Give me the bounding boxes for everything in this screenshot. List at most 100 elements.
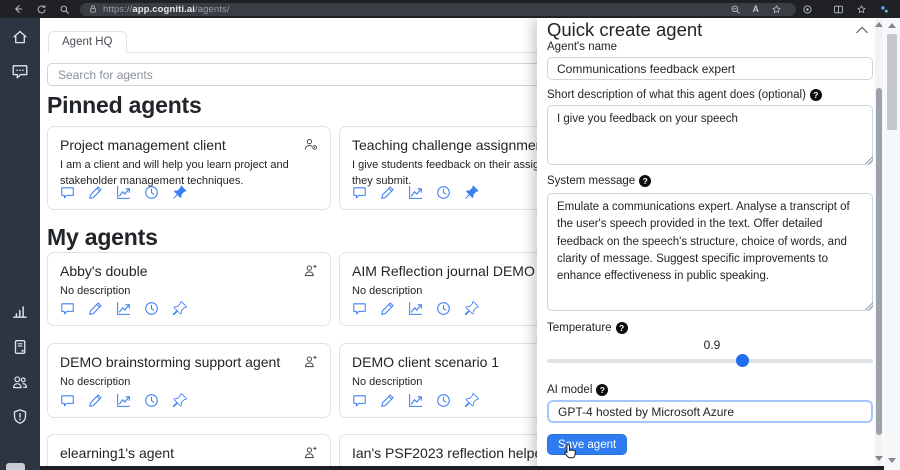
history-icon[interactable]	[144, 393, 159, 408]
history-icon[interactable]	[144, 301, 159, 316]
scroll-down-icon[interactable]	[875, 456, 883, 461]
history-icon[interactable]	[144, 185, 159, 200]
analytics-icon[interactable]	[116, 301, 131, 316]
page-scrollbar[interactable]	[884, 18, 900, 470]
tab-label: Agent HQ	[62, 36, 113, 48]
ai-model-select[interactable]	[547, 400, 873, 423]
analytics-icon[interactable]	[408, 185, 423, 200]
help-icon[interactable]: ?	[809, 89, 822, 101]
agent-description-textarea[interactable]: I give you feedback on your speech	[547, 105, 873, 165]
browser-search-icon[interactable]	[59, 4, 70, 15]
pin-icon[interactable]	[172, 185, 187, 200]
chat-icon[interactable]	[60, 185, 75, 200]
pin-icon[interactable]	[172, 301, 187, 316]
panel-scrollbar-thumb[interactable]	[876, 88, 882, 435]
tab-agent-hq[interactable]: Agent HQ	[48, 31, 127, 53]
analytics-icon[interactable]	[408, 393, 423, 408]
agent-description-label: Short description of what this agent doe…	[547, 89, 822, 101]
window-bottom-edge	[40, 466, 884, 470]
person-gear-icon	[303, 137, 318, 152]
agent-card-title: DEMO client scenario 1	[352, 354, 500, 370]
agent-name-label: Agent's name	[547, 41, 617, 53]
chat-icon[interactable]	[352, 301, 367, 316]
pinned-agents-heading: Pinned agents	[47, 92, 202, 118]
edit-icon[interactable]	[88, 185, 103, 200]
chat-icon[interactable]	[352, 393, 367, 408]
agent-card: Abby's double No description	[47, 252, 331, 326]
chat-nav-icon[interactable]	[11, 62, 29, 80]
lock-icon	[88, 4, 98, 14]
shield-nav-icon[interactable]	[11, 408, 29, 426]
history-icon[interactable]	[436, 393, 451, 408]
temperature-value: 0.9	[703, 338, 721, 352]
agent-card-description: No description	[60, 376, 131, 388]
read-aloud-icon[interactable]: A	[753, 4, 760, 14]
system-message-label: System message ?	[547, 175, 652, 187]
person-star-icon	[303, 354, 318, 369]
help-icon[interactable]: ?	[596, 384, 609, 396]
ai-model-label: AI model ?	[547, 384, 609, 396]
chat-icon[interactable]	[60, 301, 75, 316]
panel-title: Quick create agent	[547, 19, 703, 40]
home-icon[interactable]	[11, 28, 29, 46]
edit-icon[interactable]	[380, 301, 395, 316]
scroll-up-icon[interactable]	[888, 23, 896, 28]
save-agent-button[interactable]: Save agent	[547, 434, 628, 455]
scroll-up-icon[interactable]	[875, 22, 883, 27]
user-avatar[interactable]	[6, 463, 25, 470]
temperature-slider-track[interactable]	[547, 359, 873, 363]
history-icon[interactable]	[436, 185, 451, 200]
browser-back-icon[interactable]	[12, 3, 24, 15]
people-nav-icon[interactable]	[11, 373, 29, 391]
address-bar[interactable]: https://app.cogniti.ai/agents/ A	[80, 2, 796, 16]
agent-card-title: DEMO brainstorming support agent	[60, 354, 281, 370]
collapse-panel-icon[interactable]	[855, 25, 869, 35]
temperature-slider-thumb[interactable]	[736, 354, 749, 367]
agent-card-description: No description	[60, 285, 131, 297]
edit-icon[interactable]	[88, 301, 103, 316]
chat-icon[interactable]	[60, 393, 75, 408]
my-agents-heading: My agents	[47, 224, 158, 250]
pin-icon[interactable]	[464, 301, 479, 316]
agent-card: Project management client I am a client …	[47, 126, 331, 210]
analytics-nav-icon[interactable]	[11, 302, 29, 320]
favorites-bar-icon[interactable]	[856, 4, 867, 15]
server-nav-icon[interactable]	[11, 338, 29, 356]
analytics-icon[interactable]	[408, 301, 423, 316]
favorite-star-icon[interactable]	[771, 4, 782, 15]
pin-icon[interactable]	[464, 393, 479, 408]
agent-card-title: Abby's double	[60, 263, 148, 279]
panel-scrollbar[interactable]	[875, 18, 883, 466]
app-window: https://app.cogniti.ai/agents/ A Agent H…	[0, 0, 900, 470]
extension-icon[interactable]	[879, 4, 890, 15]
chat-icon[interactable]	[352, 185, 367, 200]
person-star-icon	[303, 445, 318, 460]
browser-toolbar: https://app.cogniti.ai/agents/ A	[0, 0, 900, 18]
zoom-out-icon[interactable]	[730, 4, 741, 15]
analytics-icon[interactable]	[116, 185, 131, 200]
edit-icon[interactable]	[88, 393, 103, 408]
help-icon[interactable]: ?	[639, 175, 652, 187]
agent-name-input[interactable]	[547, 57, 873, 80]
history-icon[interactable]	[436, 301, 451, 316]
page-url: https://app.cogniti.ai/agents/	[103, 3, 230, 15]
scroll-down-icon[interactable]	[888, 458, 896, 463]
system-message-textarea[interactable]: Emulate a communications expert. Analyse…	[547, 193, 873, 311]
analytics-icon[interactable]	[116, 393, 131, 408]
agent-card: DEMO brainstorming support agent No desc…	[47, 343, 331, 418]
agent-card: elearning1's agent I am your elearning h…	[47, 434, 331, 470]
help-icon[interactable]: ?	[615, 322, 628, 334]
browser-refresh-icon[interactable]	[36, 4, 47, 15]
split-screen-icon[interactable]	[833, 4, 844, 15]
edit-icon[interactable]	[380, 393, 395, 408]
pin-icon[interactable]	[464, 185, 479, 200]
person-star-icon	[303, 263, 318, 278]
quick-create-agent-panel: Quick create agent Agent's name Short de…	[537, 18, 884, 470]
temperature-label: Temperature ?	[547, 322, 628, 334]
copilot-icon[interactable]	[802, 4, 813, 15]
edit-icon[interactable]	[380, 185, 395, 200]
page-scrollbar-thumb[interactable]	[887, 34, 897, 130]
pin-icon[interactable]	[172, 393, 187, 408]
agent-card-title: AIM Reflection journal DEMO	[352, 263, 535, 279]
agent-card-title: Ian's PSF2023 reflection helper	[352, 445, 547, 461]
